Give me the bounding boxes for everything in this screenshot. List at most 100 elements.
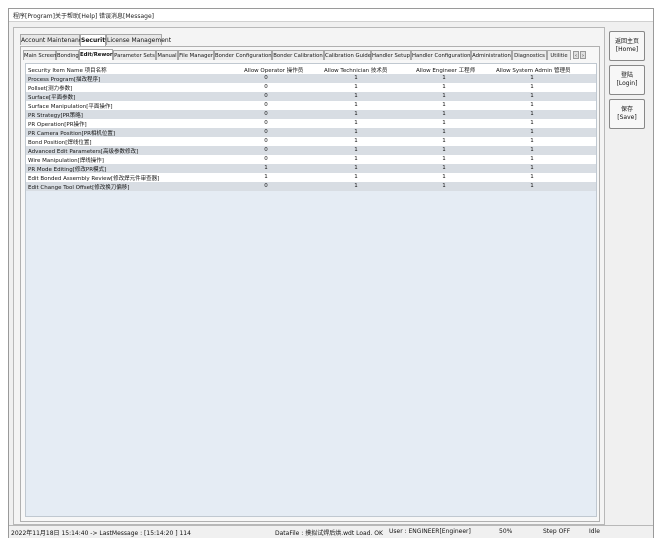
login-button[interactable]: 登陆 [Login] [609, 65, 645, 95]
subtab-edit-rework[interactable]: Edit/Rework [79, 49, 116, 60]
subtab-manual[interactable]: Manual [156, 50, 178, 60]
permission-eng[interactable]: 1 [434, 165, 454, 171]
permission-op[interactable]: 0 [256, 84, 276, 90]
permission-tech[interactable]: 1 [346, 102, 366, 108]
permission-admin[interactable]: 1 [522, 138, 542, 144]
table-row[interactable]: Surface[平面参数] 0 1 1 1 [26, 92, 596, 101]
save-button[interactable]: 保存 [Save] [609, 99, 645, 129]
permission-admin[interactable]: 1 [522, 165, 542, 171]
permission-admin[interactable]: 1 [522, 102, 542, 108]
permission-tech[interactable]: 1 [346, 174, 366, 180]
subtab-main-screen[interactable]: Main Screen [23, 50, 57, 60]
permission-eng[interactable]: 1 [434, 102, 454, 108]
permission-tech[interactable]: 1 [346, 156, 366, 162]
permission-op[interactable]: 0 [256, 138, 276, 144]
permission-op[interactable]: 1 [256, 165, 276, 171]
permission-eng[interactable]: 1 [434, 93, 454, 99]
subtab-calibration-guide[interactable]: Calibration Guide [324, 50, 371, 60]
permission-admin[interactable]: 1 [522, 147, 542, 153]
permission-tech[interactable]: 1 [346, 183, 366, 189]
security-item-name: Bond Position[焊线位置] [28, 140, 92, 146]
home-button[interactable]: 返回主页 [Home] [609, 31, 645, 61]
tab-license-management[interactable]: License Management [106, 34, 171, 45]
permission-eng[interactable]: 1 [434, 147, 454, 153]
subtab-bonder-configuration[interactable]: Bonder Configuration [214, 50, 272, 60]
permission-eng[interactable]: 1 [434, 129, 454, 135]
table-row[interactable]: Wire Manipulation[焊线操作] 0 1 1 1 [26, 155, 596, 164]
subtab-administration[interactable]: Administration [471, 50, 512, 60]
tab-scroll-left-icon[interactable]: ‹ [573, 51, 579, 59]
table-row[interactable]: Advanced Edit Parameters[高级参数修改] 0 1 1 1 [26, 146, 596, 155]
permission-eng[interactable]: 1 [434, 156, 454, 162]
tab-scroll-right-icon[interactable]: › [580, 51, 586, 59]
permission-tech[interactable]: 1 [346, 93, 366, 99]
table-row[interactable]: PR Camera Position[PR相机位置] 0 1 1 1 [26, 128, 596, 137]
permission-admin[interactable]: 1 [522, 156, 542, 162]
security-subpanel: Main Screen Bonding Edit/Rework Paramete… [20, 46, 600, 522]
permission-tech[interactable]: 1 [346, 75, 366, 81]
subtab-file-manager[interactable]: File Manager [178, 50, 214, 60]
permission-op[interactable]: 0 [256, 102, 276, 108]
menu-help[interactable]: 关于帮助[Help] [55, 11, 97, 20]
permission-admin[interactable]: 1 [522, 84, 542, 90]
permission-tech[interactable]: 1 [346, 129, 366, 135]
permission-eng[interactable]: 1 [434, 84, 454, 90]
permission-eng[interactable]: 1 [434, 138, 454, 144]
subtab-handler-configuration[interactable]: Handler Configuration [411, 50, 471, 60]
security-item-name: Surface Manipulation[平面操作] [28, 104, 113, 110]
permission-eng[interactable]: 1 [434, 75, 454, 81]
security-item-name: Process Program[描改程序] [28, 77, 101, 83]
menu-program[interactable]: 程序[Program] [13, 11, 55, 20]
permission-tech[interactable]: 1 [346, 111, 366, 117]
permission-admin[interactable]: 1 [522, 120, 542, 126]
table-row[interactable]: PR Mode Editing[修改PR模式] 1 1 1 1 [26, 164, 596, 173]
subtab-diagnostics[interactable]: Diagnostics [512, 50, 547, 60]
table-row[interactable]: Edit Change Tool Offset[修改换刀偏移] 0 1 1 1 [26, 182, 596, 191]
subtab-bonding[interactable]: Bonding [56, 50, 79, 60]
subtab-parameter-sets[interactable]: Parameter Sets [113, 50, 156, 60]
permission-op[interactable]: 0 [256, 156, 276, 162]
permission-op[interactable]: 0 [256, 147, 276, 153]
status-bar: 2022年11月18日 15:14:40 -> LastMessage : [1… [9, 525, 653, 538]
permission-admin[interactable]: 1 [522, 174, 542, 180]
permission-op[interactable]: 0 [256, 75, 276, 81]
permission-op[interactable]: 0 [256, 93, 276, 99]
security-item-name: Surface[平面参数] [28, 95, 76, 101]
permission-tech[interactable]: 1 [346, 165, 366, 171]
permission-tech[interactable]: 1 [346, 84, 366, 90]
permission-eng[interactable]: 1 [434, 174, 454, 180]
permission-admin[interactable]: 1 [522, 111, 542, 117]
permission-admin[interactable]: 1 [522, 75, 542, 81]
permission-eng[interactable]: 1 [434, 183, 454, 189]
permission-admin[interactable]: 1 [522, 93, 542, 99]
permission-eng[interactable]: 1 [434, 111, 454, 117]
table-row[interactable]: Bond Position[焊线位置] 0 1 1 1 [26, 137, 596, 146]
table-row[interactable]: PR Strategy[PR策略] 0 1 1 1 [26, 110, 596, 119]
menu-message[interactable]: 错误消息[Message] [99, 11, 154, 20]
subtab-bonder-calibration[interactable]: Bonder Calibration [272, 50, 324, 60]
permission-tech[interactable]: 1 [346, 138, 366, 144]
subtab-utilities[interactable]: Utilitie [547, 50, 571, 60]
table-row[interactable]: Surface Manipulation[平面操作] 0 1 1 1 [26, 101, 596, 110]
subtab-handler-setup[interactable]: Handler Setup [371, 50, 411, 60]
permission-tech[interactable]: 1 [346, 147, 366, 153]
status-user: User : ENGINEER[Engineer] [389, 528, 471, 535]
permission-admin[interactable]: 1 [522, 183, 542, 189]
permission-tech[interactable]: 1 [346, 120, 366, 126]
permission-op[interactable]: 0 [256, 183, 276, 189]
tab-security[interactable]: Security [80, 34, 109, 46]
status-step: Step OFF [543, 528, 571, 535]
permission-admin[interactable]: 1 [522, 129, 542, 135]
permission-eng[interactable]: 1 [434, 120, 454, 126]
permission-op[interactable]: 0 [256, 120, 276, 126]
table-row[interactable]: Process Program[描改程序] 0 1 1 1 [26, 74, 596, 83]
table-row[interactable]: PR Operation[PR操作] 0 1 1 1 [26, 119, 596, 128]
status-datetime: 2022年11月18日 15:14:40 -> LastMessage : [1… [11, 530, 191, 537]
permission-op[interactable]: 1 [256, 174, 276, 180]
column-header-item: Security Item Name 项目名称 [28, 68, 107, 74]
permission-op[interactable]: 0 [256, 129, 276, 135]
permission-op[interactable]: 0 [256, 111, 276, 117]
tab-account-maintenance[interactable]: Account Maintenance [20, 34, 86, 45]
table-row[interactable]: Edit Bonded Assembly Review[修改焊元件审查器] 1 1 1… [26, 173, 596, 182]
table-row[interactable]: Pollset[测力参数] 0 1 1 1 [26, 83, 596, 92]
